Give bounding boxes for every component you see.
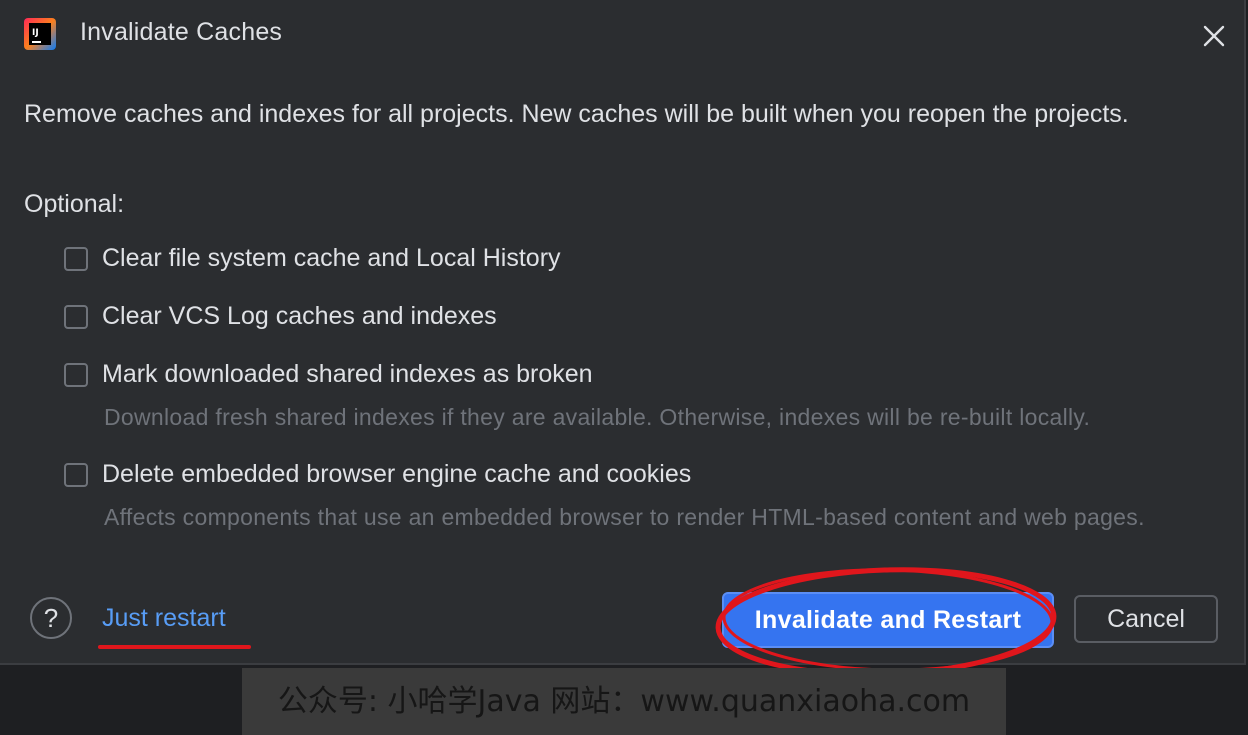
checkbox[interactable]: [64, 462, 88, 487]
option-delete-browser-cache[interactable]: Delete embedded browser engine cache and…: [64, 460, 691, 489]
invalidate-and-restart-label: Invalidate and Restart: [754, 606, 1022, 634]
just-restart-link[interactable]: Just restart: [102, 604, 226, 633]
option-label: Mark downloaded shared indexes as broken: [102, 360, 593, 388]
option-label: Clear file system cache and Local Histor…: [102, 244, 561, 272]
option-clear-file-system-cache[interactable]: Clear file system cache and Local Histor…: [64, 244, 561, 273]
checkbox[interactable]: [64, 362, 88, 387]
option-clear-vcs-log-caches[interactable]: Clear VCS Log caches and indexes: [64, 302, 497, 331]
option-hint: Affects components that use an embedded …: [104, 504, 1145, 530]
close-icon[interactable]: [1198, 20, 1230, 52]
dialog-description: Remove caches and indexes for all projec…: [24, 100, 1129, 128]
option-label: Clear VCS Log caches and indexes: [102, 302, 497, 330]
optional-label: Optional:: [24, 190, 125, 218]
invalidate-caches-dialog: IJ Invalidate Caches Remove caches and i…: [0, 0, 1246, 677]
dialog-title-bar: IJ Invalidate Caches: [0, 0, 1244, 70]
invalidate-and-restart-button[interactable]: Invalidate and Restart: [722, 592, 1054, 648]
checkbox[interactable]: [64, 246, 88, 271]
watermark: 公众号: 小哈学Java 网站：www.quanxiaoha.com: [242, 668, 1006, 735]
intellij-idea-icon: IJ: [24, 18, 56, 50]
option-label: Delete embedded browser engine cache and…: [102, 460, 692, 488]
screen: IJ Invalidate Caches Remove caches and i…: [0, 0, 1248, 735]
option-mark-shared-indexes-broken[interactable]: Mark downloaded shared indexes as broken: [64, 360, 593, 389]
annotation-underline: [98, 645, 251, 649]
cancel-button[interactable]: Cancel: [1074, 595, 1218, 643]
svg-text:IJ: IJ: [32, 28, 39, 38]
help-button[interactable]: ?: [30, 597, 72, 639]
checkbox[interactable]: [64, 304, 88, 329]
dialog-title: Invalidate Caches: [80, 18, 283, 46]
option-hint: Download fresh shared indexes if they ar…: [104, 404, 1091, 430]
